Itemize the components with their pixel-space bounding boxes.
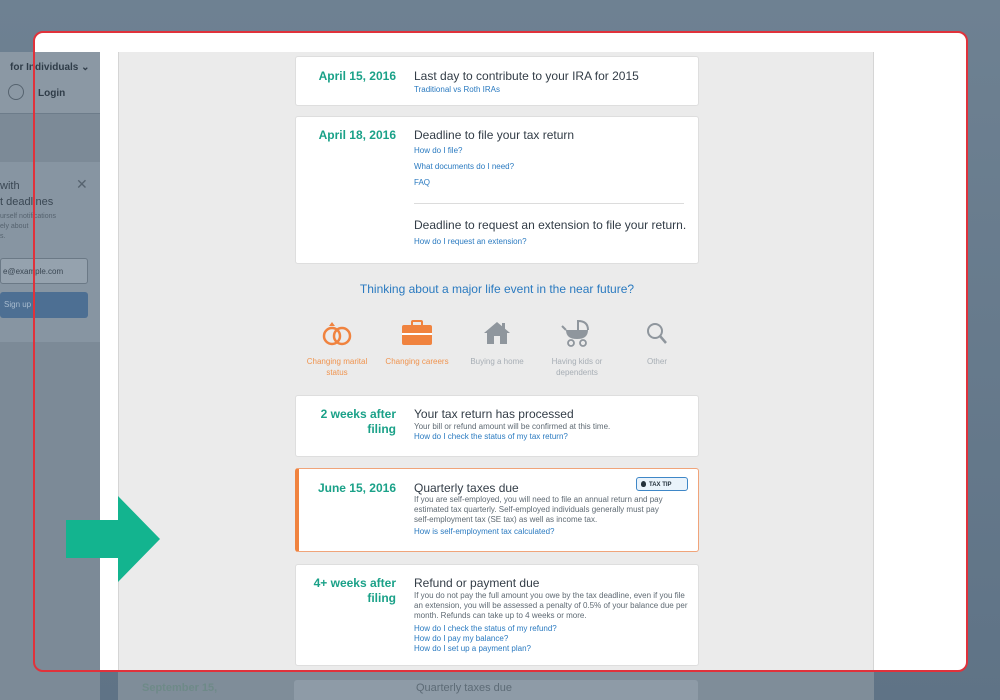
timeline-body: If you are self-employed, you will need …: [414, 495, 663, 524]
life-event-kids[interactable]: Having kids or dependents: [541, 318, 613, 378]
link-what-documents[interactable]: What documents do I need?: [414, 162, 514, 172]
email-field[interactable]: e@example.com: [0, 258, 88, 284]
timeline-title: Deadline to file your tax return: [414, 128, 575, 142]
timeline-title-extension: Deadline to request an extension to file…: [414, 218, 687, 232]
notification-signup-card: ✕ with t deadlines urself notifications el…: [0, 162, 100, 342]
link-pay-balance[interactable]: How do I pay my balance?: [414, 634, 557, 644]
briefcase-icon: [402, 320, 432, 345]
life-event-question: Thinking about a major life event in the…: [359, 282, 635, 296]
stroller-icon: [561, 319, 589, 347]
link-how-do-i-file[interactable]: How do I file?: [414, 146, 514, 156]
link-check-status-return[interactable]: How do I check the status of my tax retu…: [414, 432, 568, 442]
life-event-buying-home[interactable]: Buying a home: [461, 318, 533, 367]
timeline-title: Your tax return has processed: [414, 407, 574, 421]
life-event-label: Changing marital status: [306, 357, 368, 377]
timeline-body: If you do not pay the full amount you ow…: [414, 591, 688, 620]
life-event-label: Changing careers: [385, 357, 449, 366]
timeline-date: April 18, 2016: [318, 128, 396, 142]
timeline-date: 2 weeks after filing: [320, 407, 396, 436]
signup-description: urself notifications ely about s.: [0, 213, 57, 240]
house-icon: [484, 322, 510, 344]
life-event-label: Other: [646, 357, 667, 366]
life-event-marital-status[interactable]: Changing marital status: [301, 318, 373, 378]
timeline-card-ira: April 15, 2016 Last day to contribute to…: [295, 56, 699, 106]
timeline-date: June 15, 2016: [317, 481, 396, 495]
life-event-label: Having kids or dependents: [551, 357, 603, 377]
next-card-peek: September 15, Quarterly taxes due: [118, 672, 874, 700]
timeline-body: Your bill or refund amount will be confi…: [414, 422, 611, 431]
divider: [414, 203, 684, 204]
timeline-date: September 15,: [142, 682, 218, 694]
life-event-other[interactable]: Other: [621, 318, 693, 367]
close-icon[interactable]: ✕: [76, 176, 88, 193]
life-event-label: Buying a home: [470, 357, 524, 366]
magnifier-icon: [647, 323, 667, 344]
link-payment-plan[interactable]: How do I set up a payment plan?: [414, 644, 557, 654]
timeline-title: Quarterly taxes due: [414, 481, 519, 495]
frame-margin-right: [874, 32, 967, 671]
frame-margin-top: [34, 32, 874, 52]
timeline-card-processed: 2 weeks after filing Your tax return has …: [295, 395, 699, 457]
side-panel: for Individuals ⌄ Login ✕ with t deadline…: [0, 52, 100, 700]
timeline-card-refund-payment: 4+ weeks after filing Refund or payment d…: [295, 564, 699, 666]
link-se-tax-calculated[interactable]: How is self-employment tax calculated?: [414, 527, 555, 537]
life-event-careers[interactable]: Changing careers: [381, 318, 453, 367]
tax-tip-badge[interactable]: TAX TIP: [636, 477, 688, 491]
link-faq[interactable]: FAQ: [414, 178, 514, 188]
rings-icon: [322, 322, 352, 346]
link-request-extension[interactable]: How do I request an extension?: [414, 237, 527, 247]
timeline-title: Quarterly taxes due: [416, 682, 512, 694]
side-header: for Individuals ⌄ Login: [0, 52, 100, 114]
pointer-arrow-icon: [66, 496, 160, 582]
signup-heading: with t deadlines: [0, 180, 54, 208]
timeline-title: Last day to contribute to your IRA for 2…: [414, 69, 639, 83]
link-traditional-vs-roth[interactable]: Traditional vs Roth IRAs: [414, 85, 500, 95]
signup-button[interactable]: Sign up: [0, 292, 88, 318]
nav-individuals-menu[interactable]: for Individuals ⌄: [10, 62, 90, 73]
timeline-title: Refund or payment due: [414, 576, 540, 590]
timeline-card-quarterly-taxes: June 15, 2016 Quarterly taxes due TAX TI…: [295, 468, 699, 552]
lightbulb-icon: [641, 481, 646, 487]
timeline-date: April 15, 2016: [318, 69, 396, 83]
user-icon: [8, 84, 24, 100]
login-link[interactable]: Login: [38, 88, 65, 99]
tax-timeline-page: April 15, 2016 Last day to contribute to…: [118, 52, 874, 700]
link-check-refund-status[interactable]: How do I check the status of my refund?: [414, 624, 557, 634]
timeline-card-file-return: April 18, 2016 Deadline to file your tax…: [295, 116, 699, 264]
timeline-date: 4+ weeks after filing: [313, 576, 396, 605]
